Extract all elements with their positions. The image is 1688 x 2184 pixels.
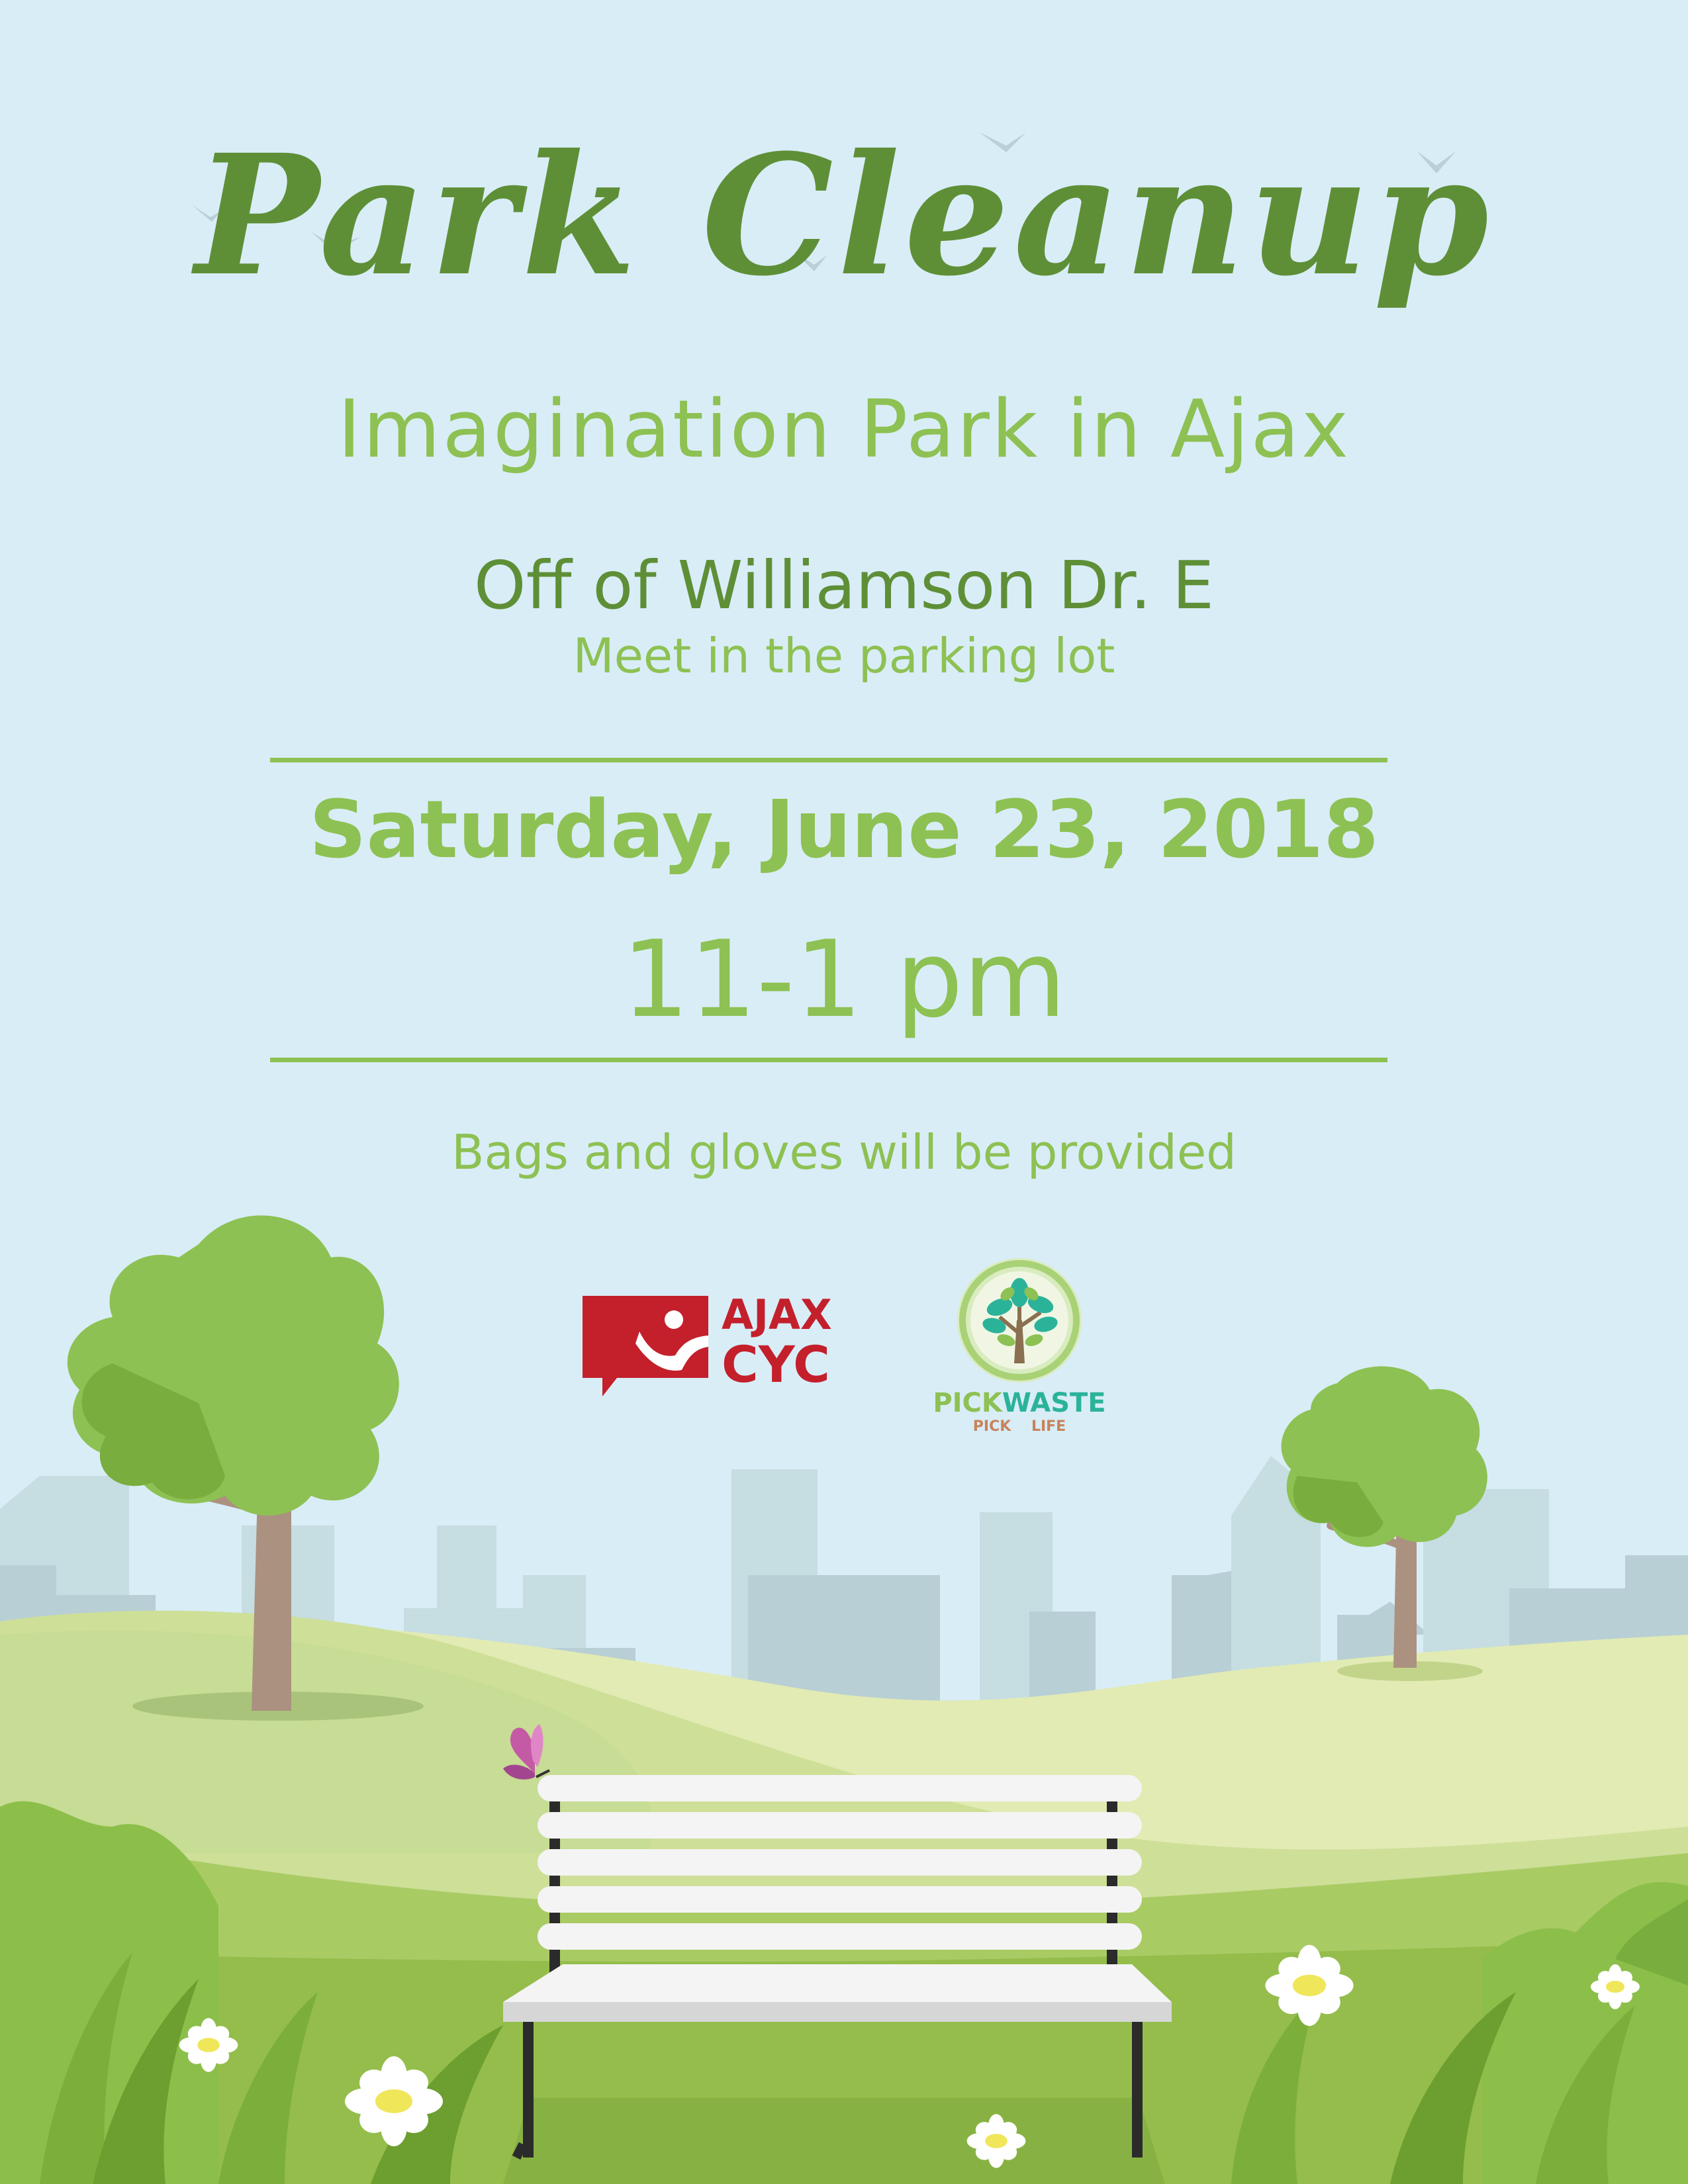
ajax-text: AJAX [722, 1291, 832, 1339]
pickwaste-logo: PICKWASTE PICK LIFE [920, 1254, 1119, 1439]
divider-bottom [270, 1058, 1387, 1062]
pickwaste-wordmark: PICKWASTE [920, 1390, 1119, 1416]
ajax-speech-bubble-icon [583, 1296, 708, 1396]
divider-top [270, 758, 1387, 762]
park-illustration [0, 132, 1688, 2184]
tree-circle-icon [957, 1258, 1082, 1383]
tagline-life: LIFE [1031, 1418, 1066, 1435]
cyc-text: CYC [722, 1335, 830, 1394]
tagline-pick: PICK [972, 1418, 1011, 1435]
event-time: 11-1 pm [622, 917, 1066, 1041]
pickwaste-tagline: PICK LIFE [920, 1420, 1119, 1434]
waste-text: WASTE [1002, 1388, 1106, 1418]
ajax-cyc-logo: AJAX CYC [583, 1291, 834, 1396]
bench-shadow [503, 2098, 1165, 2184]
event-location: Imagination Park in Ajax [338, 384, 1350, 476]
supplies-note: Bags and gloves will be provided [451, 1124, 1237, 1180]
meeting-point: Meet in the parking lot [573, 628, 1115, 684]
pick-text: PICK [933, 1388, 1002, 1418]
event-date: Saturday, June 23, 2018 [309, 784, 1379, 876]
street-address: Off of Williamson Dr. E [473, 547, 1215, 624]
event-title: Park Cleanup [195, 118, 1493, 312]
